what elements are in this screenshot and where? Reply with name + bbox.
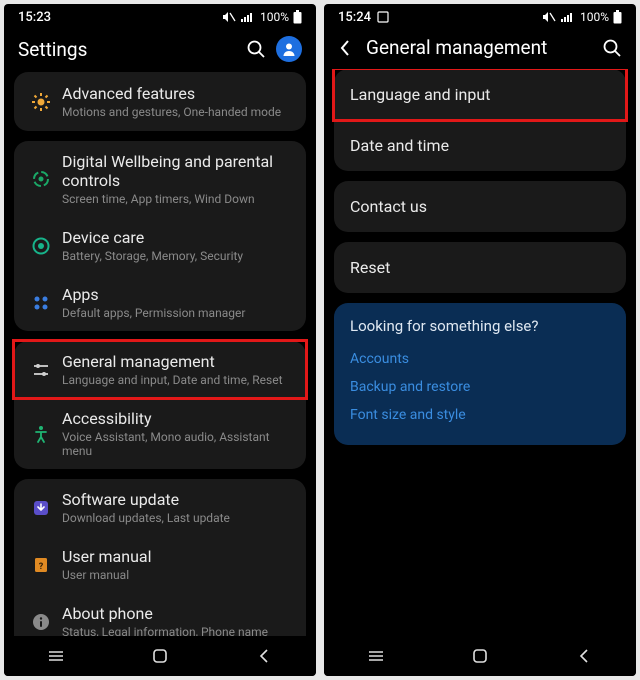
update-icon [31, 498, 51, 518]
item-sub: Download updates, Last update [62, 511, 294, 525]
item-sub: Default apps, Permission manager [62, 306, 294, 320]
battery-pct: 100% [580, 10, 609, 24]
nav-back[interactable] [244, 647, 284, 665]
page-title: General management [366, 36, 602, 59]
item-title: Digital Wellbeing and parental controls [62, 152, 294, 190]
settings-group: General management Language and input, D… [14, 341, 306, 469]
chevron-left-icon [338, 38, 352, 58]
battery-pct: 100% [260, 10, 289, 24]
item-title: Device care [62, 228, 294, 247]
item-title: General management [62, 352, 294, 371]
nav-home[interactable] [140, 647, 180, 665]
manual-icon: ? [31, 555, 51, 575]
nav-back[interactable] [564, 647, 604, 665]
gm-group: Language and input Date and time [334, 69, 626, 171]
nav-home[interactable] [460, 647, 500, 665]
advanced-features-icon [31, 92, 51, 112]
search-icon [602, 38, 622, 58]
signal-icon [240, 11, 254, 23]
person-icon [281, 41, 297, 57]
back-button[interactable] [338, 38, 352, 58]
gm-item-reset[interactable]: Reset [334, 242, 626, 293]
nav-bar [4, 636, 316, 676]
item-title: Software update [62, 490, 294, 509]
settings-item-wellbeing[interactable]: Digital Wellbeing and parental controls … [14, 141, 306, 217]
suggest-link-font[interactable]: Font size and style [350, 401, 610, 429]
search-button[interactable] [246, 39, 266, 59]
battery-icon [293, 10, 302, 24]
settings-header: Settings [4, 30, 316, 72]
sliders-icon [31, 360, 51, 380]
settings-list: Advanced features Motions and gestures, … [4, 72, 316, 636]
accessibility-icon [31, 424, 51, 444]
item-title: About phone [62, 604, 294, 623]
gm-group: Reset [334, 242, 626, 293]
item-title: Accessibility [62, 409, 294, 428]
item-sub: Motions and gestures, One-handed mode [62, 105, 294, 119]
nav-recents[interactable] [356, 649, 396, 663]
suggestions-card: Looking for something else? Accounts Bac… [334, 303, 626, 445]
item-sub: Battery, Storage, Memory, Security [62, 249, 294, 263]
nav-bar [324, 636, 636, 676]
item-title: Apps [62, 285, 294, 304]
svg-text:?: ? [39, 562, 44, 572]
status-bar: 15:24 100% [324, 4, 636, 30]
device-care-icon [31, 236, 51, 256]
settings-group: Digital Wellbeing and parental controls … [14, 141, 306, 331]
mute-icon [542, 11, 556, 23]
screenshot-indicator-icon [377, 11, 389, 23]
gm-group: Contact us [334, 181, 626, 232]
mute-icon [222, 11, 236, 23]
suggestions-title: Looking for something else? [350, 317, 610, 335]
phone-general-management: 15:24 100% General management Language a… [324, 4, 636, 676]
item-sub: Screen time, App timers, Wind Down [62, 192, 294, 206]
settings-item-general-management[interactable]: General management Language and input, D… [14, 341, 306, 398]
wellbeing-icon [31, 169, 51, 189]
settings-item-advanced-features[interactable]: Advanced features Motions and gestures, … [14, 72, 306, 131]
nav-recents[interactable] [36, 649, 76, 663]
settings-item-about-phone[interactable]: About phone Status, Legal information, P… [14, 593, 306, 636]
phone-settings: 15:23 100% Settings Advanced features Mo… [4, 4, 316, 676]
item-title: User manual [62, 547, 294, 566]
suggest-link-backup[interactable]: Backup and restore [350, 373, 610, 401]
gm-header: General management [324, 30, 636, 69]
settings-item-user-manual[interactable]: ? User manual User manual [14, 536, 306, 593]
status-icons: 100% [222, 10, 302, 24]
settings-item-software-update[interactable]: Software update Download updates, Last u… [14, 479, 306, 536]
page-title: Settings [18, 38, 246, 61]
settings-group: Advanced features Motions and gestures, … [14, 72, 306, 131]
gm-item-language-input[interactable]: Language and input [334, 69, 626, 120]
item-sub: Status, Legal information, Phone name [62, 625, 294, 636]
gm-item-date-time[interactable]: Date and time [334, 120, 626, 171]
signal-icon [560, 11, 574, 23]
status-icons: 100% [542, 10, 622, 24]
item-sub: Voice Assistant, Mono audio, Assistant m… [62, 430, 294, 458]
status-time: 15:24 [338, 10, 371, 25]
settings-group: Software update Download updates, Last u… [14, 479, 306, 636]
item-sub: Language and input, Date and time, Reset [62, 373, 294, 387]
settings-item-device-care[interactable]: Device care Battery, Storage, Memory, Se… [14, 217, 306, 274]
gm-item-contact-us[interactable]: Contact us [334, 181, 626, 232]
item-title: Advanced features [62, 84, 294, 103]
battery-icon [613, 10, 622, 24]
apps-icon [31, 293, 51, 313]
suggest-link-accounts[interactable]: Accounts [350, 345, 610, 373]
gm-list: Language and input Date and time Contact… [324, 69, 636, 636]
search-button[interactable] [602, 38, 622, 58]
status-time: 15:23 [18, 10, 51, 25]
status-bar: 15:23 100% [4, 4, 316, 30]
account-avatar[interactable] [276, 36, 302, 62]
item-sub: User manual [62, 568, 294, 582]
settings-item-accessibility[interactable]: Accessibility Voice Assistant, Mono audi… [14, 398, 306, 469]
search-icon [246, 39, 266, 59]
info-icon [31, 612, 51, 632]
settings-item-apps[interactable]: Apps Default apps, Permission manager [14, 274, 306, 331]
